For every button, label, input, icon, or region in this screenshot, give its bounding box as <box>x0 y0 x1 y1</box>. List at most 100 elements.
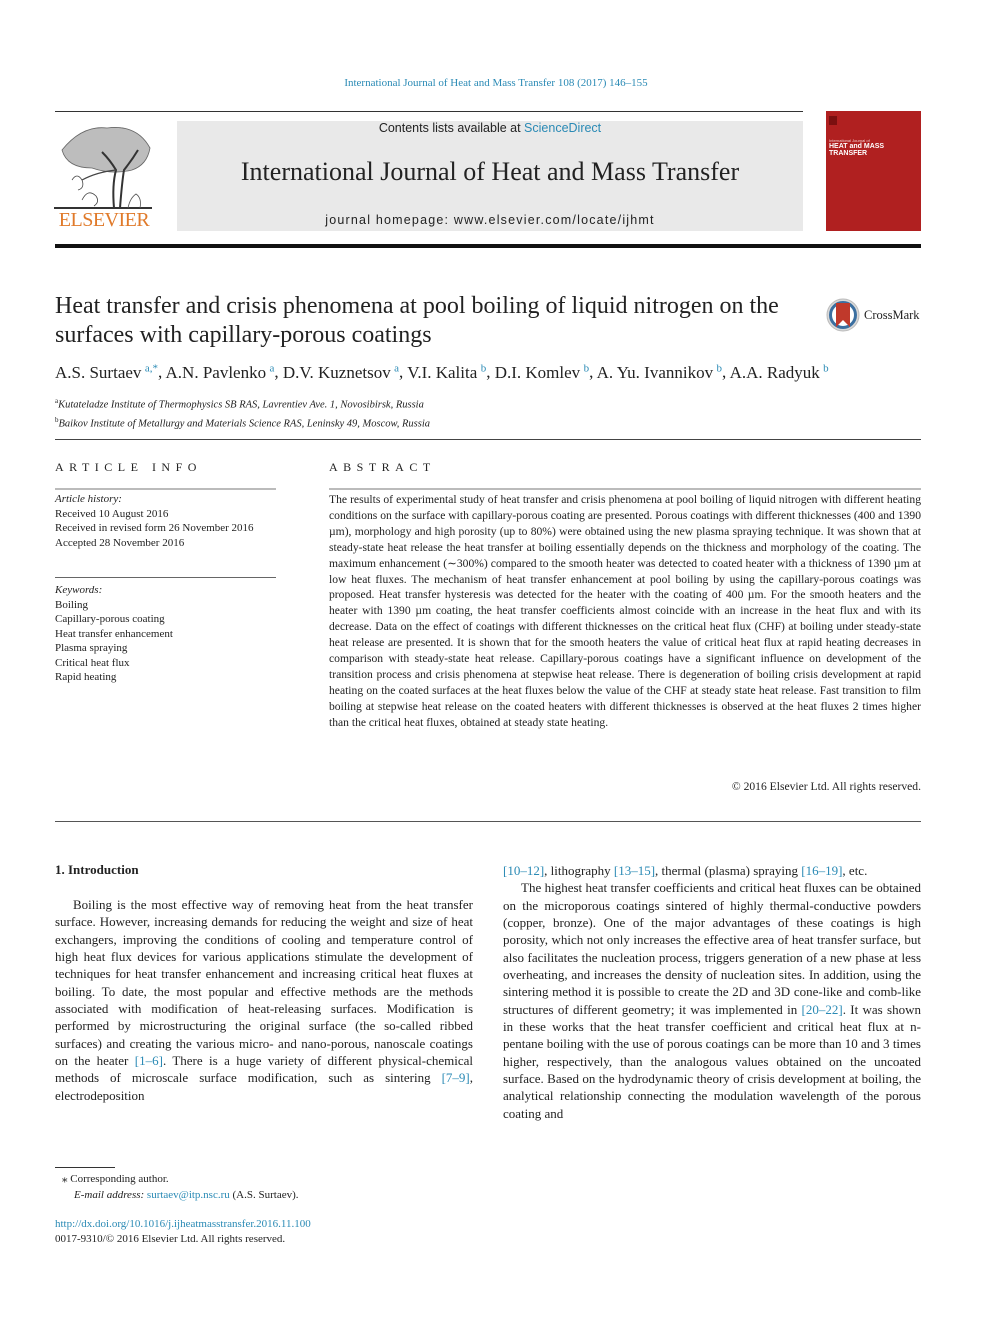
contents-prefix: Contents lists available at <box>378 121 525 135</box>
paragraph-text: , etc. <box>842 863 868 878</box>
email-suffix: (A.S. Surtaev). <box>229 1189 299 1201</box>
section-heading-introduction: 1. Introduction <box>55 862 139 877</box>
abstract-copyright: © 2016 Elsevier Ltd. All rights reserved… <box>731 780 921 793</box>
footnote-line: ⁎ Corresponding author. <box>62 1171 462 1187</box>
masthead-top-rule <box>55 111 803 112</box>
contents-available-line: Contents lists available at ScienceDirec… <box>177 121 803 135</box>
affiliation-text: Kutateladze Institute of Thermophysics S… <box>58 399 424 411</box>
footnote-star: ⁎ <box>62 1173 68 1185</box>
keyword: Plasma spraying <box>55 642 128 654</box>
keyword: Critical heat flux <box>55 656 130 669</box>
cover-elsevier-icon <box>829 116 837 125</box>
crossmark-label: CrossMark <box>864 308 920 322</box>
author[interactable]: D.V. Kuznetsov a <box>282 362 399 382</box>
footnote-rule <box>55 1167 115 1168</box>
cover-title: HEAT and MASS TRANSFER <box>829 143 884 157</box>
abstract-text: The results of experimental study of hea… <box>329 493 921 729</box>
author-affiliation-mark[interactable]: a,* <box>145 362 158 374</box>
divider <box>55 577 276 578</box>
author-affiliation-mark[interactable]: a <box>270 362 275 374</box>
body-column-left: Boiling is the most effective way of rem… <box>55 896 473 1104</box>
author[interactable]: D.I. Komlev b <box>494 362 590 382</box>
author[interactable]: V.I. Kalita b <box>407 362 487 382</box>
cover-title-line1: HEAT and MASS <box>829 143 885 150</box>
author[interactable]: A. Yu. Ivannikov b <box>596 362 723 382</box>
author-list: A.S. Surtaev a,*, A.N. Pavlenko a, D.V. … <box>55 362 829 382</box>
paragraph-text: , thermal (plasma) spraying <box>655 863 802 878</box>
author-name: D.V. Kuznetsov <box>282 362 391 382</box>
footnote-text: Corresponding author. <box>70 1173 169 1185</box>
article-info-heading: ARTICLE INFO <box>55 460 202 474</box>
affiliation: bBaikov Institute of Metallurgy and Mate… <box>55 413 755 432</box>
affiliation: aKutateladze Institute of Thermophysics … <box>55 394 755 413</box>
corresponding-author-footnote: ⁎ Corresponding author. E-mail address: … <box>62 1171 462 1203</box>
journal-cover-thumbnail[interactable]: International Journal of HEAT and MASS T… <box>826 111 921 231</box>
elsevier-logo[interactable]: ELSEVIER <box>52 120 156 232</box>
history-label: Article history: <box>55 493 122 505</box>
keyword: Heat transfer enhancement <box>55 627 173 640</box>
issn-copyright: 0017-9310/© 2016 Elsevier Ltd. All right… <box>55 1233 286 1245</box>
cover-title-line2: TRANSFER <box>829 150 868 157</box>
author-affiliation-mark[interactable]: b <box>584 362 590 374</box>
author-name: D.I. Komlev <box>494 362 581 382</box>
author[interactable]: A.N. Pavlenko a <box>165 362 275 382</box>
author-name: A.S. Surtaev <box>55 362 142 382</box>
author-name: V.I. Kalita <box>407 362 478 382</box>
masthead-bottom-rule <box>55 244 921 248</box>
abstract-heading: ABSTRACT <box>329 460 436 474</box>
sciencedirect-link[interactable]: ScienceDirect <box>524 121 601 135</box>
journal-masthead: Contents lists available at ScienceDirec… <box>177 121 803 231</box>
citation-link[interactable]: [20–22] <box>802 1002 843 1017</box>
author-name: A.A. Radyuk <box>729 362 820 382</box>
author-affiliation-mark[interactable]: a <box>394 362 399 374</box>
citation-link[interactable]: [13–15] <box>614 863 655 878</box>
citation-link[interactable]: [16–19] <box>801 863 842 878</box>
keyword: Rapid heating <box>55 671 117 683</box>
crossmark-button[interactable]: CrossMark <box>826 298 926 332</box>
elsevier-tree-icon <box>54 127 152 209</box>
author-affiliation-mark[interactable]: b <box>717 362 723 374</box>
paragraph: [10–12], lithography [13–15], thermal (p… <box>503 862 921 879</box>
doi-link[interactable]: http://dx.doi.org/10.1016/j.ijheatmasstr… <box>55 1218 311 1230</box>
keywords-label: Keywords: <box>55 584 103 596</box>
citation-link[interactable]: [7–9] <box>442 1070 470 1085</box>
paragraph-text: Boiling is the most effective way of rem… <box>55 897 473 1069</box>
body-column-right: [10–12], lithography [13–15], thermal (p… <box>503 862 921 1122</box>
keyword: Boiling <box>55 598 89 611</box>
article-history: Article history: Received 10 August 2016… <box>55 492 280 550</box>
citation-link[interactable]: [10–12] <box>503 863 544 878</box>
paragraph-text: The highest heat transfer coefficients a… <box>503 880 921 1017</box>
journal-homepage[interactable]: journal homepage: www.elsevier.com/locat… <box>177 213 803 227</box>
paragraph-text: . It was shown in these works that the h… <box>503 1001 922 1121</box>
author-name: A. Yu. Ivannikov <box>596 362 714 382</box>
affiliation-text: Baikov Institute of Metallurgy and Mater… <box>58 418 431 429</box>
journal-title: International Journal of Heat and Mass T… <box>240 157 740 186</box>
author-name: A.N. Pavlenko <box>165 362 267 382</box>
email-link[interactable]: surtaev@itp.nsc.ru <box>147 1189 230 1201</box>
citation-link[interactable]: [1–6] <box>135 1053 163 1068</box>
elsevier-wordmark: ELSEVIER <box>58 209 150 231</box>
history-item: Received 10 August 2016 <box>55 507 169 520</box>
running-head-citation[interactable]: International Journal of Heat and Mass T… <box>0 77 992 89</box>
author-affiliation-mark[interactable]: b <box>823 362 829 374</box>
affiliations: aKutateladze Institute of Thermophysics … <box>55 394 755 431</box>
divider <box>55 488 276 490</box>
author[interactable]: A.A. Radyuk b <box>729 362 829 382</box>
divider <box>55 439 921 440</box>
divider <box>55 821 921 822</box>
history-item: Received in revised form 26 November 201… <box>55 522 254 534</box>
paragraph: The highest heat transfer coefficients a… <box>503 879 921 1122</box>
paragraph: Boiling is the most effective way of rem… <box>55 896 473 1104</box>
article-title: Heat transfer and crisis phenomena at po… <box>55 293 779 348</box>
keyword: Capillary-porous coating <box>55 613 165 625</box>
paragraph-text: , lithography <box>544 863 614 878</box>
divider <box>329 488 921 490</box>
crossmark-icon <box>826 298 860 332</box>
author[interactable]: A.S. Surtaev a,* <box>55 362 158 382</box>
footnote-email-line: E-mail address: surtaev@itp.nsc.ru (A.S.… <box>62 1187 462 1203</box>
email-label: E-mail address: <box>74 1189 145 1201</box>
history-item: Accepted 28 November 2016 <box>55 536 185 549</box>
doi-block: http://dx.doi.org/10.1016/j.ijheatmasstr… <box>55 1217 455 1247</box>
keywords: Keywords: Boiling Capillary-porous coati… <box>55 583 280 685</box>
author-affiliation-mark[interactable]: b <box>481 362 487 374</box>
